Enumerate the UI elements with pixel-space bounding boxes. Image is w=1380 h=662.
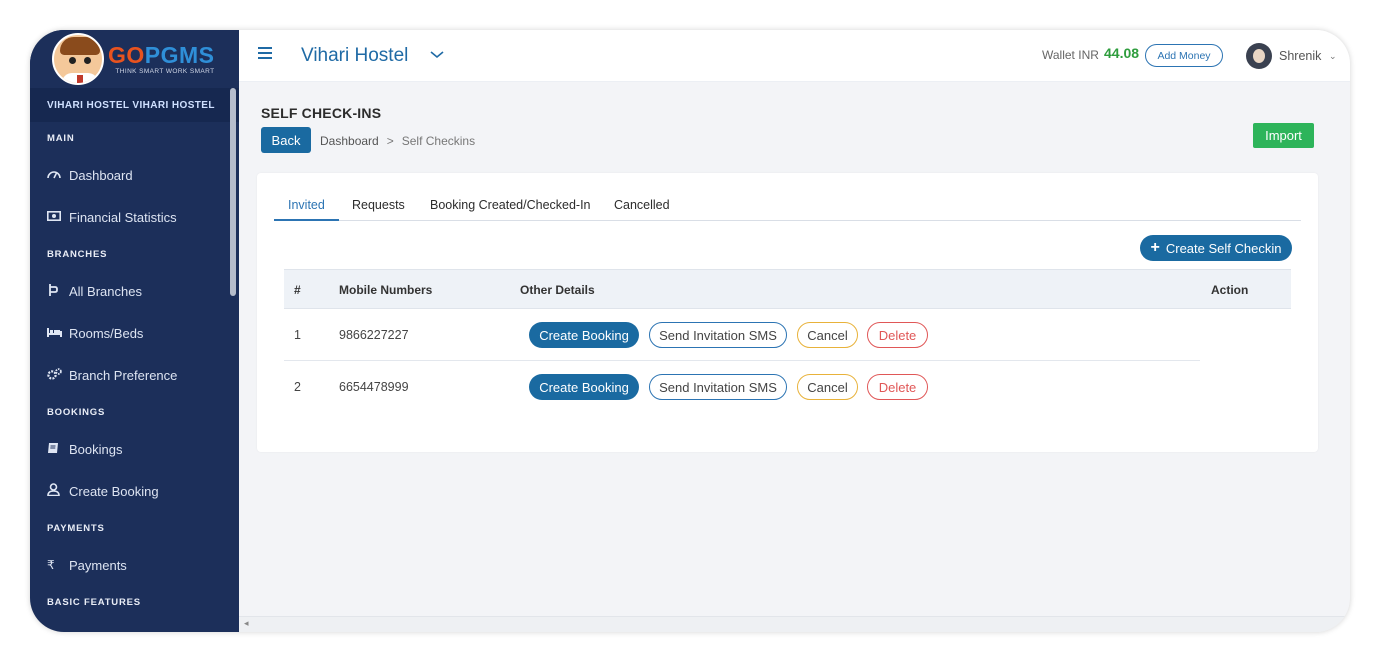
- sidebar-item-label: All Branches: [69, 283, 142, 299]
- speedometer-icon: [47, 168, 69, 182]
- mobile-number: 6654478999: [339, 380, 409, 394]
- tab-booking-created[interactable]: Booking Created/Checked-In: [430, 198, 591, 212]
- chevron-down-icon[interactable]: [428, 45, 446, 63]
- column-header-action: Action: [1211, 283, 1249, 297]
- cogs-icon: [47, 367, 69, 383]
- sidebar: GOPGMS THINK SMART WORK SMART VIHARI HOS…: [30, 30, 239, 632]
- sidebar-section-main: MAIN: [47, 132, 75, 144]
- create-self-checkin-button[interactable]: + Create Self Checkin: [1140, 235, 1292, 261]
- sidebar-item-label: Payments: [69, 557, 127, 573]
- sidebar-item-label: Dashboard: [69, 167, 133, 183]
- column-header-details: Other Details: [520, 283, 595, 297]
- book-icon: [47, 442, 69, 457]
- top-header: Vihari Hostel Wallet INR 44.08 Add Money…: [239, 30, 1350, 82]
- tab-cancelled[interactable]: Cancelled: [614, 198, 670, 212]
- wallet-label: Wallet INR: [1042, 48, 1099, 62]
- sidebar-section-bookings: BOOKINGS: [47, 406, 106, 418]
- row-number: 1: [294, 328, 301, 342]
- sidebar-item-label: Bookings: [69, 441, 123, 457]
- plus-icon: +: [1150, 239, 1160, 256]
- breadcrumb-dashboard-link[interactable]: Dashboard: [320, 134, 379, 148]
- horizontal-scrollbar[interactable]: ◂: [239, 616, 1350, 632]
- sidebar-item-label: Branch Preference: [69, 367, 178, 383]
- sidebar-item-create-booking[interactable]: Create Booking: [30, 470, 239, 512]
- row-number: 2: [294, 380, 301, 394]
- sidebar-item-all-branches[interactable]: All Branches: [30, 270, 239, 312]
- delete-button[interactable]: Delete: [867, 322, 928, 348]
- menu-toggle-icon[interactable]: [258, 47, 272, 61]
- create-self-checkin-label: Create Self Checkin: [1165, 240, 1282, 256]
- tab-invited[interactable]: Invited: [288, 198, 325, 212]
- sidebar-item-payments[interactable]: ₹ Payments: [30, 544, 239, 586]
- user-menu-chevron-icon[interactable]: ⌄: [1329, 51, 1337, 62]
- table-row: 2 6654478999 Create Booking Send Invitat…: [284, 361, 1200, 413]
- create-booking-button[interactable]: Create Booking: [529, 374, 639, 400]
- avatar[interactable]: [1246, 43, 1272, 69]
- mobile-number: 9866227227: [339, 328, 409, 342]
- sidebar-item-rooms-beds[interactable]: Rooms/Beds: [30, 312, 239, 354]
- sidebar-section-payments: PAYMENTS: [47, 522, 105, 534]
- sidebar-item-branch-preference[interactable]: Branch Preference: [30, 354, 239, 396]
- send-invitation-sms-button[interactable]: Send Invitation SMS: [649, 374, 787, 400]
- back-button[interactable]: Back: [261, 127, 311, 153]
- table-row: 1 9866227227 Create Booking Send Invitat…: [284, 309, 1200, 361]
- cancel-button[interactable]: Cancel: [797, 322, 858, 348]
- active-tab-indicator: [274, 219, 339, 221]
- column-header-number: #: [294, 283, 301, 297]
- self-checkins-card: Invited Requests Booking Created/Checked…: [257, 173, 1318, 452]
- table-header: # Mobile Numbers Other Details Action: [284, 269, 1291, 309]
- column-header-mobile: Mobile Numbers: [339, 283, 433, 297]
- sidebar-scrollbar[interactable]: [230, 88, 236, 296]
- brand[interactable]: GOPGMS THINK SMART WORK SMART: [30, 30, 239, 88]
- import-button[interactable]: Import: [1253, 123, 1314, 148]
- sidebar-item-bookings[interactable]: Bookings: [30, 428, 239, 470]
- sidebar-item-label: Financial Statistics: [69, 209, 177, 225]
- breadcrumb-current: Self Checkins: [401, 134, 476, 148]
- hostel-selector-label[interactable]: Vihari Hostel: [301, 45, 408, 67]
- tab-bar: Invited Requests Booking Created/Checked…: [274, 190, 1301, 221]
- breadcrumb-separator: >: [386, 134, 394, 148]
- sidebar-item-financial-statistics[interactable]: Financial Statistics: [30, 196, 239, 238]
- page-title: SELF CHECK-INS: [261, 105, 382, 121]
- app-window: GOPGMS THINK SMART WORK SMART VIHARI HOS…: [30, 30, 1350, 632]
- user-name[interactable]: Shrenik: [1279, 49, 1321, 63]
- user-icon: [47, 483, 69, 499]
- mascot-logo-icon: [52, 33, 104, 85]
- sidebar-hostel-name: VIHARI HOSTEL VIHARI HOSTEL: [30, 88, 239, 122]
- sidebar-section-branches: BRANCHES: [47, 248, 108, 260]
- create-booking-button[interactable]: Create Booking: [529, 322, 639, 348]
- breadcrumb: Dashboard > Self Checkins: [320, 134, 475, 148]
- sidebar-section-basic-features: BASIC FEATURES: [47, 596, 141, 608]
- delete-button[interactable]: Delete: [867, 374, 928, 400]
- bed-icon: [47, 326, 69, 340]
- scroll-left-arrow-icon[interactable]: ◂: [244, 618, 249, 629]
- send-invitation-sms-button[interactable]: Send Invitation SMS: [649, 322, 787, 348]
- sidebar-item-label: Create Booking: [69, 483, 159, 499]
- logo: GOPGMS THINK SMART WORK SMART: [108, 41, 215, 75]
- wallet-balance: 44.08: [1104, 45, 1140, 61]
- logo-tagline: THINK SMART WORK SMART: [115, 67, 215, 75]
- add-money-button[interactable]: Add Money: [1145, 44, 1223, 67]
- cancel-button[interactable]: Cancel: [797, 374, 858, 400]
- code-branch-icon: [47, 283, 69, 300]
- sidebar-item-dashboard[interactable]: Dashboard: [30, 154, 239, 196]
- rupee-icon: ₹: [47, 558, 55, 572]
- sidebar-item-label: Rooms/Beds: [69, 325, 144, 341]
- tab-requests[interactable]: Requests: [352, 198, 405, 212]
- money-bill-icon: [47, 210, 69, 224]
